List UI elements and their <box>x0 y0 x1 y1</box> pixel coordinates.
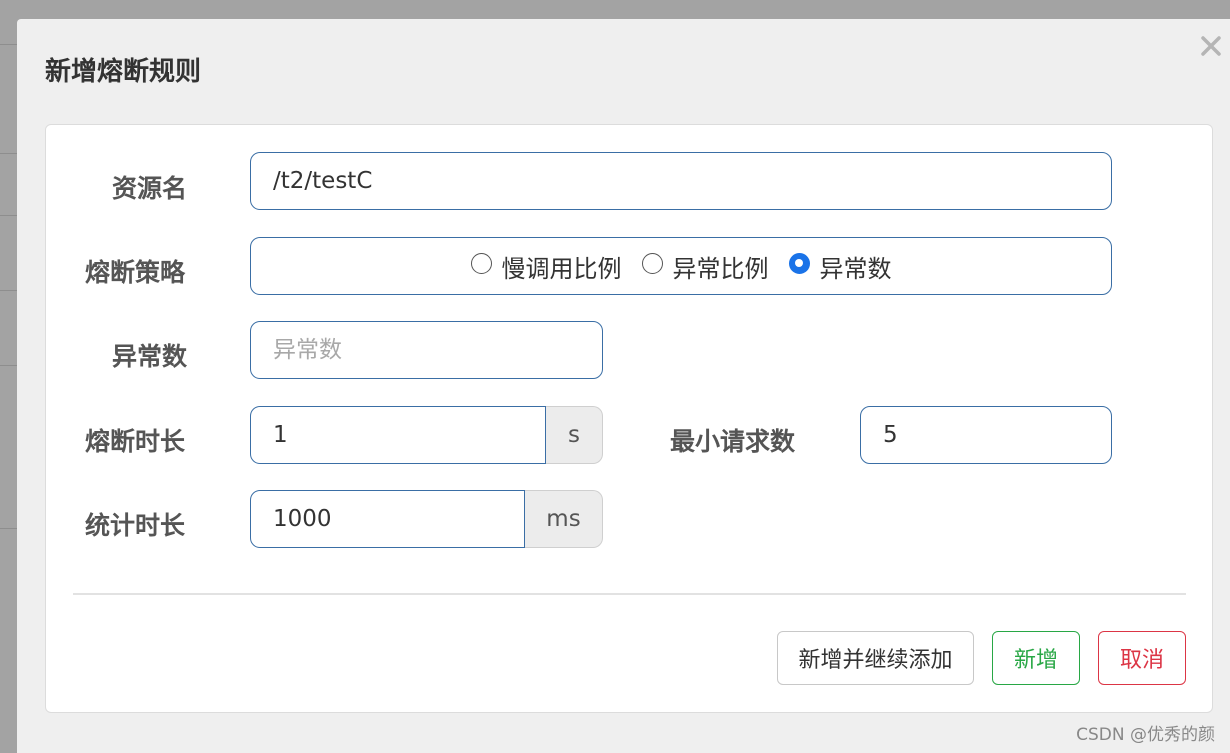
watermark: CSDN @优秀的颜 <box>1076 725 1215 745</box>
close-icon <box>1201 36 1221 56</box>
add-and-continue-button[interactable]: 新增并继续添加 <box>777 631 974 685</box>
modal-title: 新增熔断规则 <box>45 57 202 87</box>
break-duration-unit: s <box>546 406 603 464</box>
degrade-rule-modal: 新增熔断规则 资源名 熔断策略 慢调用比例 异常比例 异常数 <box>17 19 1230 753</box>
strategy-label: 熔断策略 <box>85 258 186 287</box>
stat-duration-group: 1000 ms <box>250 490 603 548</box>
min-request-label: 最小请求数 <box>670 427 796 456</box>
radio-unchecked-icon <box>641 252 663 274</box>
strategy-option-slow-ratio[interactable]: 慢调用比例 <box>470 249 622 284</box>
cancel-button[interactable]: 取消 <box>1098 631 1186 685</box>
stat-duration-input[interactable]: 1000 <box>250 490 525 548</box>
resource-name-field[interactable] <box>250 152 1112 210</box>
add-button[interactable]: 新增 <box>992 631 1080 685</box>
strategy-option-label: 异常比例 <box>672 254 769 283</box>
footer-divider <box>73 593 1186 595</box>
strategy-option-label: 异常数 <box>819 254 892 283</box>
strategy-option-error-count[interactable]: 异常数 <box>788 249 892 284</box>
exception-count-field[interactable] <box>250 321 603 379</box>
stat-duration-value: 1000 <box>273 506 332 532</box>
break-duration-label: 熔断时长 <box>85 427 186 456</box>
strategy-option-error-ratio[interactable]: 异常比例 <box>641 249 769 284</box>
form-panel: 资源名 熔断策略 慢调用比例 异常比例 异常数 异常数 熔断时长 <box>45 124 1213 713</box>
resource-name-label: 资源名 <box>112 174 188 203</box>
close-button[interactable] <box>1196 31 1226 61</box>
stat-duration-label: 统计时长 <box>85 511 186 540</box>
break-duration-group: 1 s <box>250 406 603 464</box>
resource-name-input[interactable] <box>273 168 1111 194</box>
min-request-field[interactable] <box>860 406 1112 464</box>
min-request-input[interactable] <box>883 422 1111 448</box>
break-duration-value: 1 <box>273 422 288 448</box>
radio-unchecked-icon <box>470 252 492 274</box>
strategy-radio-group: 慢调用比例 异常比例 异常数 <box>250 237 1112 295</box>
exception-count-input[interactable] <box>273 337 602 363</box>
strategy-option-label: 慢调用比例 <box>501 254 622 283</box>
stat-duration-unit: ms <box>525 490 603 548</box>
radio-checked-icon <box>788 252 810 274</box>
break-duration-input[interactable]: 1 <box>250 406 546 464</box>
exception-count-label: 异常数 <box>112 342 188 371</box>
